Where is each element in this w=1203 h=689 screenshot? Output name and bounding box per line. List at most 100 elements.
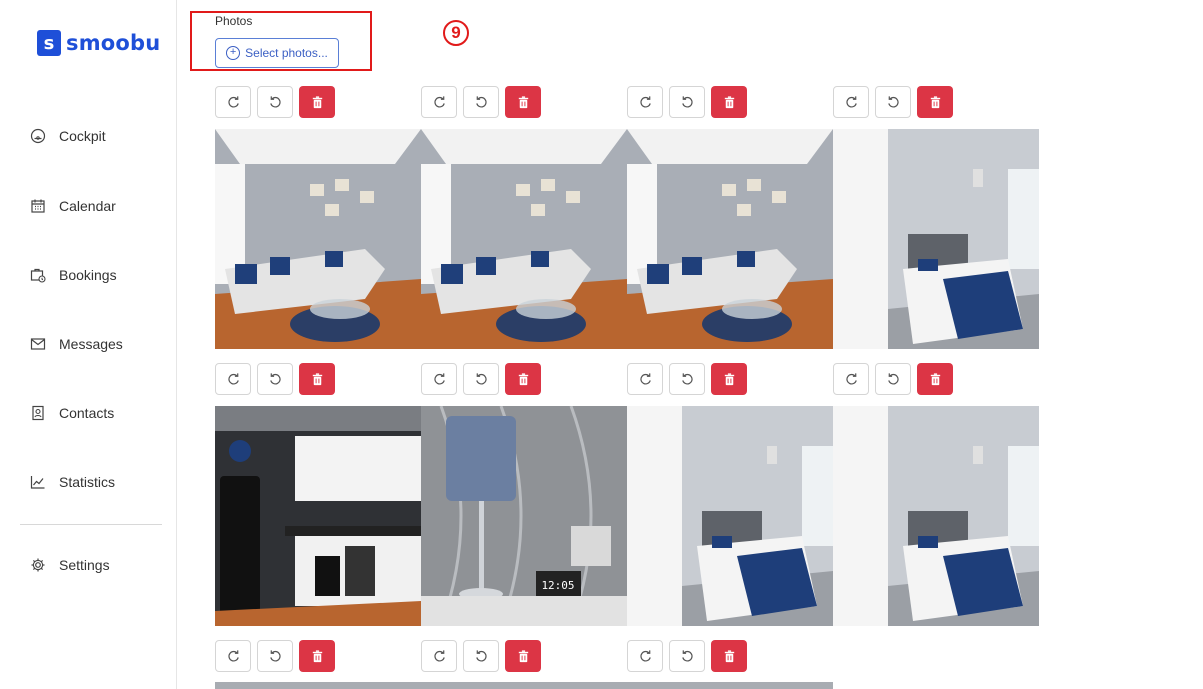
rotate-left-button[interactable] [463, 363, 499, 395]
annotation-step-badge: 9 [443, 20, 469, 46]
rotate-left-button[interactable] [875, 86, 911, 118]
rotate-right-icon [639, 372, 651, 384]
photo-thumbnail[interactable] [833, 406, 1039, 626]
rotate-right-icon [227, 649, 239, 661]
rotate-right-button[interactable] [627, 640, 663, 672]
photo-thumbnail[interactable] [215, 406, 421, 626]
delete-photo-button[interactable] [917, 86, 953, 118]
rotate-left-icon [475, 95, 487, 107]
sidebar-item-calendar[interactable]: Calendar [30, 198, 116, 214]
delete-photo-button[interactable] [505, 363, 541, 395]
trash-icon [930, 95, 940, 108]
logo-text: smoobu [66, 31, 161, 55]
rotate-right-icon [433, 372, 445, 384]
sidebar-item-label: Statistics [59, 474, 116, 490]
rotate-left-icon [681, 649, 693, 661]
rotate-right-icon [845, 372, 857, 384]
rotate-left-icon [887, 372, 899, 384]
smoobu-logo[interactable]: s smoobu [35, 30, 161, 59]
delete-photo-button[interactable] [917, 363, 953, 395]
delete-photo-button[interactable] [505, 640, 541, 672]
calendar-icon [31, 199, 45, 213]
trash-icon [930, 372, 940, 385]
logo-mark-icon: s [35, 30, 61, 59]
rotate-left-button[interactable] [463, 640, 499, 672]
rotate-left-button[interactable] [875, 363, 911, 395]
rotate-left-button[interactable] [669, 86, 705, 118]
rotate-left-button[interactable] [463, 86, 499, 118]
rotate-right-button[interactable] [421, 86, 457, 118]
photo-thumbnail[interactable] [627, 682, 833, 689]
delete-photo-button[interactable] [711, 363, 747, 395]
trash-icon [724, 372, 734, 385]
sidebar-item-label: Cockpit [59, 128, 106, 144]
rotate-right-button[interactable] [215, 86, 251, 118]
trash-icon [724, 95, 734, 108]
sidebar-item-label: Bookings [59, 267, 117, 283]
photo-thumbnail[interactable] [627, 129, 833, 349]
photo-thumbnail[interactable] [627, 406, 833, 626]
rotate-right-icon [227, 95, 239, 107]
sidebar-divider [20, 524, 162, 525]
photo-thumbnail[interactable] [421, 129, 627, 349]
photo-thumbnail[interactable] [215, 129, 421, 349]
sidebar-item-statistics[interactable]: Statistics [30, 474, 115, 490]
photo-thumbnail[interactable] [215, 682, 421, 689]
sidebar-item-bookings[interactable]: Bookings [30, 267, 117, 283]
rotate-left-icon [269, 649, 281, 661]
sidebar-item-cockpit[interactable]: Cockpit [30, 128, 106, 144]
sidebar-item-settings[interactable]: Settings [30, 557, 110, 573]
delete-photo-button[interactable] [711, 640, 747, 672]
cockpit-icon [30, 128, 46, 144]
rotate-right-button[interactable] [215, 640, 251, 672]
trash-icon [312, 95, 322, 108]
delete-photo-button[interactable] [505, 86, 541, 118]
delete-photo-button[interactable] [711, 86, 747, 118]
rotate-right-icon [433, 649, 445, 661]
rotate-left-icon [269, 372, 281, 384]
rotate-left-button[interactable] [257, 86, 293, 118]
rotate-left-icon [475, 649, 487, 661]
rotate-left-button[interactable] [669, 640, 705, 672]
photo-thumbnail[interactable] [421, 682, 627, 689]
delete-photo-button[interactable] [299, 363, 335, 395]
rotate-right-button[interactable] [627, 86, 663, 118]
rotate-right-icon [433, 95, 445, 107]
rotate-right-button[interactable] [421, 363, 457, 395]
trash-icon [312, 372, 322, 385]
rotate-right-button[interactable] [627, 363, 663, 395]
rotate-right-button[interactable] [833, 86, 869, 118]
sidebar-item-label: Calendar [59, 198, 116, 214]
rotate-right-icon [227, 372, 239, 384]
rotate-right-icon [639, 649, 651, 661]
delete-photo-button[interactable] [299, 640, 335, 672]
rotate-right-button[interactable] [833, 363, 869, 395]
photo-thumbnail[interactable] [833, 129, 1039, 349]
sidebar-item-messages[interactable]: Messages [30, 336, 123, 352]
rotate-left-button[interactable] [669, 363, 705, 395]
annotation-highlight-box [190, 11, 372, 71]
rotate-left-icon [681, 95, 693, 107]
chart-icon [30, 476, 45, 489]
envelope-icon [30, 338, 46, 350]
trash-icon [724, 649, 734, 662]
trash-icon [312, 649, 322, 662]
bookings-icon [30, 268, 46, 283]
trash-icon [518, 372, 528, 385]
rotate-right-icon [639, 95, 651, 107]
photo-thumbnail[interactable]: 12:05 [421, 406, 627, 626]
rotate-right-button[interactable] [215, 363, 251, 395]
rotate-left-button[interactable] [257, 640, 293, 672]
sidebar: s smoobu Cockpit Calendar Bookings Messa… [0, 0, 177, 689]
delete-photo-button[interactable] [299, 86, 335, 118]
rotate-right-icon [845, 95, 857, 107]
sidebar-item-contacts[interactable]: Contacts [30, 405, 114, 421]
rotate-right-button[interactable] [421, 640, 457, 672]
sidebar-item-label: Settings [59, 557, 110, 573]
rotate-left-icon [681, 372, 693, 384]
svg-text:12:05: 12:05 [541, 579, 574, 592]
contacts-icon [32, 405, 44, 421]
rotate-left-icon [475, 372, 487, 384]
gear-icon [31, 558, 45, 572]
rotate-left-button[interactable] [257, 363, 293, 395]
